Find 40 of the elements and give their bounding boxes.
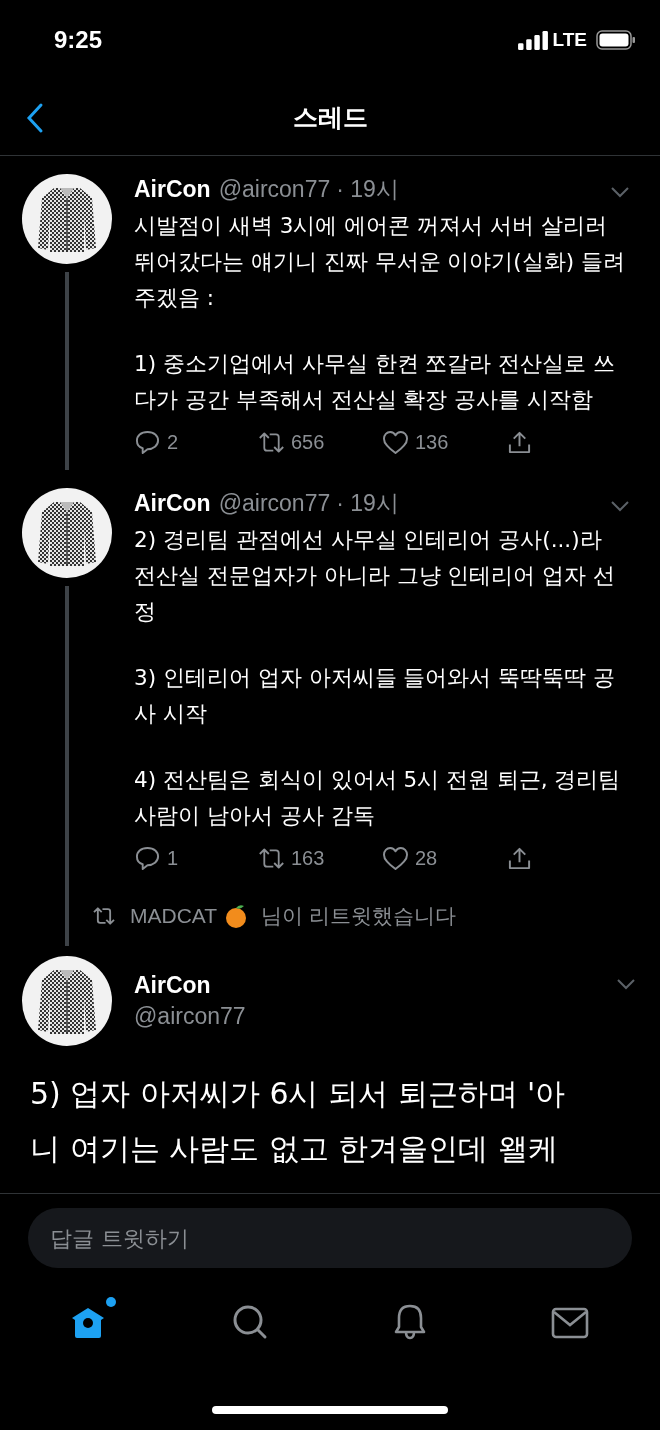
- reply-field[interactable]: 답글 트윗하기: [28, 1208, 632, 1268]
- status-time: 9:25: [54, 26, 103, 54]
- chevron-down-icon[interactable]: [616, 978, 636, 990]
- share-icon: [506, 845, 533, 871]
- comment-icon: [134, 429, 161, 455]
- retweeter-name[interactable]: MADCAT: [130, 904, 218, 928]
- heart-icon: [382, 845, 409, 871]
- share-icon: [506, 429, 533, 455]
- tweet-text: 5) 업자 아저씨가 6시 되서 퇴근하며 '아: [29, 1075, 567, 1113]
- tweet-text: 2) 경리팀 관점에선 사무실 인테리어 공사(...)라 전산실 전문업자가 아니라 그냥 인테리어 업자 선정: [134, 526, 616, 626]
- author-name[interactable]: AirCon: [134, 490, 211, 517]
- like-button[interactable]: 28: [382, 845, 506, 871]
- tweet-time: · 19시: [336, 489, 399, 518]
- tweet-text: 3) 인테리어 업자 아저씨들 들어와서 뚝딱뚝딱 공사 시작: [134, 664, 617, 728]
- chevron-down-icon[interactable]: [610, 186, 630, 198]
- retweet-icon: [92, 906, 116, 926]
- network-label: LTE: [552, 29, 587, 51]
- author-name[interactable]: AirCon: [134, 972, 246, 999]
- retweet-button[interactable]: 656: [258, 429, 382, 455]
- heart-icon: [382, 429, 409, 455]
- tweet-time: · 19시: [336, 175, 399, 204]
- page-title: 스레드: [292, 102, 368, 134]
- reply-button[interactable]: 1: [134, 845, 258, 871]
- author-handle[interactable]: @aircon77: [218, 176, 331, 203]
- tweet-text: 니 여기는 사람도 없고 한겨울인데 왤케: [29, 1130, 559, 1168]
- retweet-notice: 님이 리트윗했습니다: [261, 903, 456, 929]
- like-button[interactable]: 136: [382, 429, 506, 455]
- back-icon[interactable]: [26, 102, 44, 134]
- retweet-button[interactable]: 163: [258, 845, 382, 871]
- tweet-text: 1) 중소기업에서 사무실 한켠 쪼갈라 전산실로 쓰다가 공간 부족해서 전산실 확장 공사를 시작함: [134, 350, 617, 414]
- reply-button[interactable]: 2: [134, 429, 258, 455]
- tweet-text: 4) 전산팀은 회식이 있어서 5시 전원 퇴근, 경리팀 사람이 남아서 공사 감독: [134, 766, 622, 830]
- author-handle[interactable]: @aircon77: [218, 490, 331, 517]
- tweet-text: 시발점이 새벽 3시에 에어콘 꺼져서 서버 살리러 뛰어갔다는 얘기니 진짜 무서운 이야기(실화) 들려주겠음 :: [134, 212, 626, 312]
- author-name[interactable]: AirCon: [134, 176, 211, 203]
- comment-icon: [134, 845, 161, 871]
- author-handle[interactable]: @aircon77: [134, 1003, 246, 1030]
- signal-icon: [517, 30, 548, 50]
- battery-icon: [596, 30, 636, 50]
- chevron-down-icon[interactable]: [610, 500, 630, 512]
